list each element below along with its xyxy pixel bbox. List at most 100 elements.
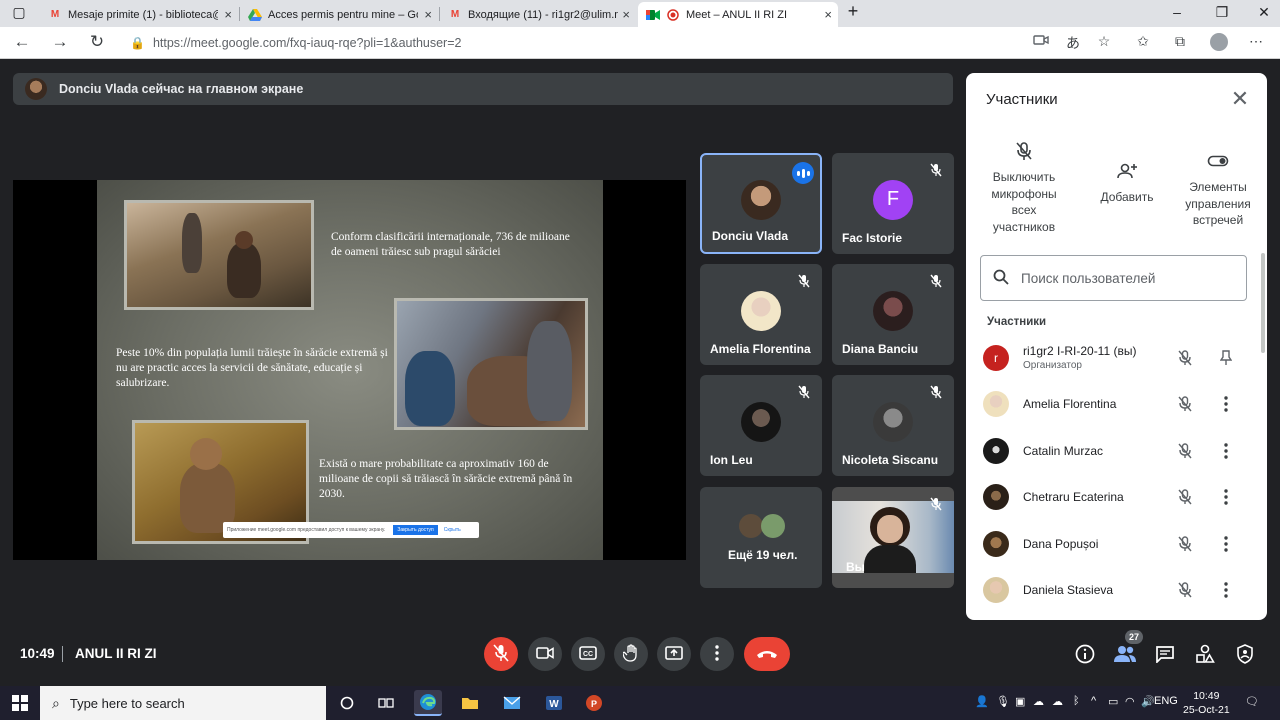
mic-off-icon <box>926 160 946 180</box>
host-controls-label: Элементы управления встречей <box>1185 180 1251 227</box>
mute-all-button[interactable]: Выключить микрофоны всех участников <box>982 137 1066 235</box>
taskbar-clock[interactable]: 10:49 25-Oct-21 <box>1183 689 1230 717</box>
cloud-icon[interactable]: ☁ <box>1052 695 1063 708</box>
toggle-mic-button[interactable] <box>484 637 518 671</box>
toggle-camera-button[interactable] <box>528 637 562 671</box>
tile-diana-banciu[interactable]: Diana Banciu <box>832 264 954 365</box>
tray-camera-icon[interactable]: ▣ <box>1015 695 1025 708</box>
minimize-icon[interactable]: – <box>1162 4 1192 20</box>
leave-call-button[interactable] <box>744 637 790 671</box>
activities-icon[interactable] <box>1192 641 1218 667</box>
file-explorer-icon[interactable] <box>456 690 484 716</box>
browser-tab-3[interactable]: M Входящие (11) - ri1gr2@ulim.md × <box>440 2 636 27</box>
collections-icon[interactable]: ⧉ <box>1169 33 1191 50</box>
panel-scrollbar[interactable] <box>1261 253 1265 353</box>
present-screen-button[interactable] <box>657 637 691 671</box>
participant-row[interactable]: r ri1gr2 I-RI-20-11 (вы) Организатор <box>966 335 1267 381</box>
browser-tab-4-active[interactable]: Meet – ANUL II RI ZI × <box>638 2 838 27</box>
browser-tab-2[interactable]: Acces permis pentru mine – Goo × <box>240 2 438 27</box>
favorite-icon[interactable]: ☆ <box>1093 33 1115 50</box>
profile-avatar[interactable] <box>1210 33 1228 51</box>
pin-icon[interactable] <box>1216 348 1236 368</box>
present-icon <box>665 645 683 663</box>
participant-row[interactable]: Chetraru Ecaterina <box>966 474 1267 520</box>
language-indicator[interactable]: ENG <box>1154 695 1178 707</box>
more-options-icon[interactable] <box>1216 394 1236 414</box>
favorites-list-icon[interactable]: ✩ <box>1132 33 1154 50</box>
taskbar-search[interactable]: ⌕ Type here to search <box>40 686 326 720</box>
close-tab-icon[interactable]: × <box>424 7 432 22</box>
notifications-icon[interactable]: 🗨 <box>1245 695 1259 708</box>
tile-donciu-vlada[interactable]: Donciu Vlada <box>700 153 822 254</box>
chat-icon[interactable] <box>1152 641 1178 667</box>
word-icon[interactable]: W <box>540 690 568 716</box>
more-options-icon[interactable] <box>1216 487 1236 507</box>
bluetooth-icon[interactable]: ᛒ <box>1073 695 1080 707</box>
mail-icon[interactable] <box>498 690 526 716</box>
participant-row[interactable]: Daniela Stasieva <box>966 567 1267 613</box>
participant-avatar <box>739 514 763 538</box>
close-tab-icon[interactable]: × <box>622 7 630 22</box>
person-icon[interactable]: 👤 <box>975 695 989 708</box>
participant-row[interactable]: Catalin Murzac <box>966 428 1267 474</box>
chevron-up-icon[interactable]: ^ <box>1091 695 1096 707</box>
new-tab-icon[interactable]: + <box>838 1 868 22</box>
more-options-icon[interactable] <box>1216 580 1236 600</box>
add-people-label: Добавить <box>1100 190 1154 204</box>
close-tab-icon[interactable]: × <box>224 7 232 22</box>
recording-icon <box>666 8 680 22</box>
wifi-icon[interactable]: ◠ <box>1125 695 1135 708</box>
people-icon[interactable] <box>1112 641 1138 667</box>
back-icon[interactable]: ← <box>10 32 34 52</box>
maximize-icon[interactable]: ❐ <box>1207 4 1237 21</box>
hide-notice-button[interactable]: Скрыть <box>444 527 461 533</box>
tile-amelia-florentina[interactable]: Amelia Florentina <box>700 264 822 365</box>
cortana-icon[interactable] <box>333 690 361 716</box>
battery-icon[interactable]: ▭ <box>1108 695 1118 708</box>
add-people-button[interactable]: Добавить <box>1086 157 1168 206</box>
more-menu-icon[interactable]: ⋯ <box>1245 33 1267 50</box>
participant-row[interactable]: Dana Popușoi <box>966 521 1267 567</box>
tile-fac-istorie[interactable]: F Fac Istorie <box>832 153 954 254</box>
volume-icon[interactable]: 🔊 <box>1141 695 1155 708</box>
participant-row[interactable]: Amelia Florentina <box>966 381 1267 427</box>
edge-browser-icon[interactable] <box>414 690 442 716</box>
participant-avatar <box>983 484 1009 510</box>
hang-up-icon <box>756 647 778 662</box>
cloud-icon[interactable]: ☁ <box>1033 695 1044 708</box>
raise-hand-button[interactable] <box>614 637 648 671</box>
tile-ion-leu[interactable]: Ion Leu <box>700 375 822 476</box>
mic-off-icon <box>794 382 814 402</box>
participant-name: ri1gr2 I-RI-20-11 (вы) <box>1023 344 1137 358</box>
search-users-input[interactable] <box>1021 270 1241 286</box>
refresh-icon[interactable]: ↻ <box>85 32 109 52</box>
powerpoint-icon[interactable]: P <box>580 690 608 716</box>
translate-icon[interactable]: あ <box>1062 33 1084 53</box>
search-users-field[interactable] <box>980 255 1247 301</box>
tile-nicoleta-siscanu[interactable]: Nicoleta Siscanu <box>832 375 954 476</box>
url-field[interactable]: 🔒 https://meet.google.com/fxq-iauq-rqe?p… <box>120 30 1120 56</box>
stop-sharing-button[interactable]: Закрыть доступ <box>393 525 438 535</box>
browser-tab-1[interactable]: M Mesaje primite (1) - biblioteca@ × <box>40 2 238 27</box>
host-controls-shield-icon[interactable] <box>1232 641 1258 667</box>
tile-more-participants[interactable]: Ещё 19 чел. <box>700 487 822 588</box>
microphone-icon[interactable]: 🎙 <box>996 695 1010 708</box>
camera-in-use-icon[interactable] <box>1030 33 1052 49</box>
windows-start-icon[interactable] <box>12 695 28 711</box>
meeting-details-icon[interactable] <box>1072 641 1098 667</box>
tab-actions-icon[interactable]: ▢ <box>4 4 34 21</box>
host-controls-button[interactable]: Элементы управления встречей <box>1177 147 1259 229</box>
captions-button[interactable]: CC <box>571 637 605 671</box>
forward-icon[interactable]: → <box>48 32 72 52</box>
more-options-icon[interactable] <box>1216 441 1236 461</box>
tile-self-video[interactable]: Вы <box>832 487 954 588</box>
close-tab-icon[interactable]: × <box>824 7 832 22</box>
close-panel-icon[interactable]: ✕ <box>1227 87 1253 111</box>
windows-taskbar: ⌕ Type here to search W P 👤 🎙 ▣ ☁ ☁ ᛒ ^ … <box>0 686 1280 720</box>
tab-title: Mesaje primite (1) - biblioteca@ <box>68 8 218 21</box>
more-options-button[interactable] <box>700 637 734 671</box>
window-close-icon[interactable]: ✕ <box>1249 4 1279 21</box>
more-options-icon[interactable] <box>1216 534 1236 554</box>
mic-off-icon <box>1175 441 1195 461</box>
task-view-icon[interactable] <box>372 690 400 716</box>
